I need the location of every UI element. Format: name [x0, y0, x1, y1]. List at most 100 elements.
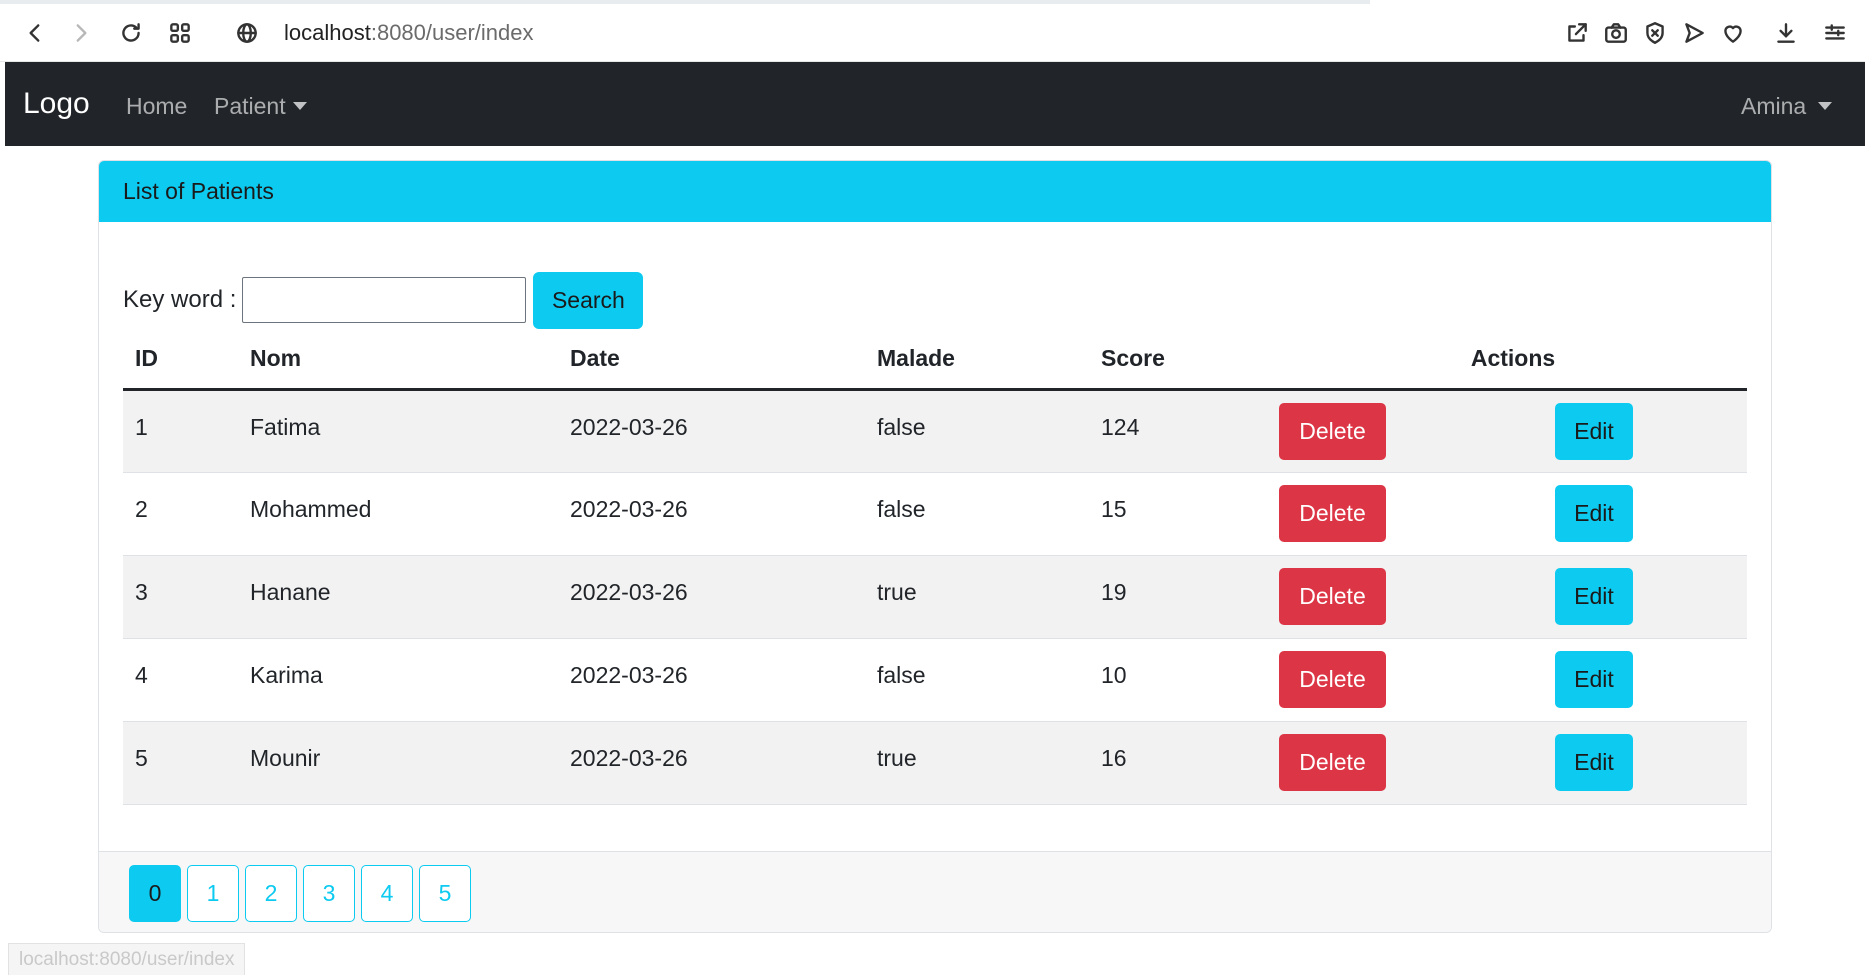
table-row: 3 Hanane 2022-03-26 true 19 Delete Edit	[123, 555, 1747, 639]
send-icon[interactable]	[1677, 16, 1711, 50]
cell-id: 4	[123, 638, 238, 722]
nav-home-label: Home	[126, 93, 188, 119]
col-header-nom: Nom	[238, 329, 558, 391]
delete-button[interactable]: Delete	[1279, 402, 1386, 460]
user-dropdown[interactable]: Amina	[1741, 92, 1833, 120]
cell-delete: Delete	[1267, 721, 1543, 805]
nav-home[interactable]: Home	[126, 92, 187, 120]
address-bar[interactable]: localhost:8080/user/index	[284, 19, 534, 47]
share-icon[interactable]	[1560, 16, 1594, 50]
cell-date: 2022-03-26	[558, 555, 865, 639]
download-icon[interactable]	[1769, 16, 1803, 50]
navbar: Logo Home Patient Amina	[5, 62, 1865, 146]
nav-patient-dropdown[interactable]: Patient	[214, 92, 307, 120]
cell-score: 19	[1089, 555, 1267, 639]
patients-table: ID Nom Date Malade Score Actions 1 Fatim…	[123, 329, 1747, 805]
cell-score: 10	[1089, 638, 1267, 722]
table-row: 1 Fatima 2022-03-26 false 124 Delete Edi…	[123, 389, 1747, 473]
chevron-down-icon	[292, 102, 307, 110]
table-row: 4 Karima 2022-03-26 false 10 Delete Edit	[123, 638, 1747, 722]
camera-icon[interactable]	[1599, 16, 1633, 50]
back-icon[interactable]	[18, 16, 52, 50]
cell-date: 2022-03-26	[558, 472, 865, 556]
cell-edit: Edit	[1543, 638, 1747, 722]
search-input[interactable]	[242, 277, 527, 323]
cell-date: 2022-03-26	[558, 638, 865, 722]
col-header-actions: Actions	[1267, 329, 1747, 391]
edit-button[interactable]: Edit	[1555, 568, 1633, 625]
cell-malade: true	[865, 721, 1089, 805]
reload-icon[interactable]	[114, 16, 148, 50]
edit-button[interactable]: Edit	[1555, 402, 1633, 460]
tab-strip-edge	[0, 0, 1370, 4]
cell-id: 5	[123, 721, 238, 805]
page-button[interactable]: 3	[303, 865, 355, 922]
table-row: 5 Mounir 2022-03-26 true 16 Delete Edit	[123, 721, 1747, 805]
cell-id: 2	[123, 472, 238, 556]
cell-edit: Edit	[1543, 472, 1747, 556]
cell-id: 3	[123, 555, 238, 639]
col-header-date: Date	[558, 329, 865, 391]
cell-delete: Delete	[1267, 389, 1543, 473]
page-button[interactable]: 0	[129, 865, 181, 922]
user-name: Amina	[1741, 93, 1807, 119]
cell-score: 124	[1089, 389, 1267, 473]
cell-delete: Delete	[1267, 555, 1543, 639]
cell-malade: false	[865, 389, 1089, 473]
apps-grid-icon[interactable]	[163, 16, 197, 50]
delete-button[interactable]: Delete	[1279, 485, 1386, 542]
edit-button[interactable]: Edit	[1555, 734, 1633, 791]
card-footer: 0 1 2 3 4 5	[99, 851, 1771, 932]
cell-malade: true	[865, 555, 1089, 639]
cell-nom: Mohammed	[238, 472, 558, 556]
page-button[interactable]: 4	[361, 865, 413, 922]
url-path: :8080/user/index	[370, 20, 534, 45]
delete-button[interactable]: Delete	[1279, 651, 1386, 708]
pagination: 0 1 2 3 4 5	[129, 865, 471, 922]
edit-button[interactable]: Edit	[1555, 651, 1633, 708]
page-button[interactable]: 5	[419, 865, 471, 922]
cell-nom: Karima	[238, 638, 558, 722]
delete-button[interactable]: Delete	[1279, 734, 1386, 791]
cell-nom: Mounir	[238, 721, 558, 805]
cell-delete: Delete	[1267, 472, 1543, 556]
card-title: List of Patients	[99, 161, 1771, 222]
forward-icon[interactable]	[64, 16, 98, 50]
col-header-id: ID	[123, 329, 238, 391]
cell-score: 15	[1089, 472, 1267, 556]
brand-logo[interactable]: Logo	[23, 86, 90, 122]
globe-icon[interactable]	[230, 16, 264, 50]
cell-malade: false	[865, 638, 1089, 722]
cell-score: 16	[1089, 721, 1267, 805]
status-bar-url: localhost:8080/user/index	[8, 943, 246, 975]
cell-date: 2022-03-26	[558, 721, 865, 805]
heart-icon[interactable]	[1716, 16, 1750, 50]
menu-icon[interactable]	[1818, 16, 1852, 50]
table-row: 2 Mohammed 2022-03-26 false 15 Delete Ed…	[123, 472, 1747, 556]
page-button[interactable]: 2	[245, 865, 297, 922]
cell-delete: Delete	[1267, 638, 1543, 722]
cell-edit: Edit	[1543, 721, 1747, 805]
search-label: Key word :	[123, 286, 237, 313]
table-header-row: ID Nom Date Malade Score Actions	[123, 329, 1747, 391]
search-form: Key word : Search	[123, 270, 644, 330]
cell-date: 2022-03-26	[558, 389, 865, 473]
cell-edit: Edit	[1543, 389, 1747, 473]
cell-malade: false	[865, 472, 1089, 556]
cell-nom: Fatima	[238, 389, 558, 473]
nav-patient-label: Patient	[214, 93, 286, 119]
cell-edit: Edit	[1543, 555, 1747, 639]
page-left-edge	[0, 146, 5, 906]
shield-icon[interactable]	[1638, 16, 1672, 50]
search-button[interactable]: Search	[533, 271, 644, 329]
page-button[interactable]: 1	[187, 865, 239, 922]
col-header-malade: Malade	[865, 329, 1089, 391]
cell-nom: Hanane	[238, 555, 558, 639]
url-host: localhost	[284, 20, 371, 45]
chevron-down-icon	[1818, 102, 1833, 110]
col-header-score: Score	[1089, 329, 1267, 391]
browser-toolbar: localhost:8080/user/index	[0, 0, 1865, 62]
delete-button[interactable]: Delete	[1279, 568, 1386, 625]
cell-id: 1	[123, 389, 238, 473]
edit-button[interactable]: Edit	[1555, 485, 1633, 542]
